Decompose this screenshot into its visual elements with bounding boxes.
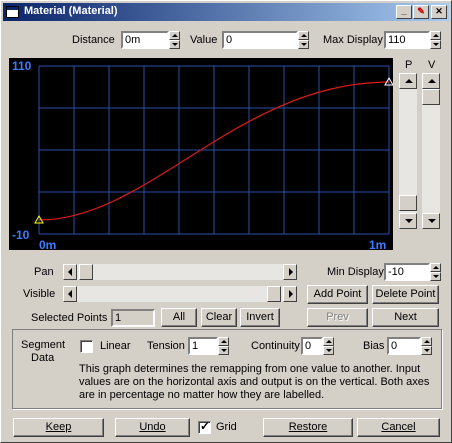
bias-spinner[interactable] [421, 337, 432, 355]
visible-label: Visible [23, 288, 56, 300]
keep-button[interactable]: Keep [13, 418, 104, 437]
segment-title-line2: Data [31, 352, 55, 364]
selected-points-field: 1 [111, 309, 155, 327]
p-scroll-down-button[interactable] [399, 213, 417, 229]
min-display-spinner[interactable] [430, 263, 441, 281]
visible-scrollbar[interactable] [63, 286, 297, 302]
add-point-button[interactable]: Add Point [307, 285, 368, 304]
graph-grid [38, 65, 390, 235]
window-title: Material (Material) [24, 5, 118, 17]
pin-button[interactable]: ✎ [413, 5, 429, 19]
distance-spinner[interactable] [169, 31, 180, 49]
y-min-label: -10 [12, 228, 30, 242]
v-label: V [428, 59, 436, 71]
max-display-spinner[interactable] [430, 31, 441, 49]
y-max-label: 110 [12, 59, 32, 73]
grid-label: Grid [216, 421, 237, 433]
pan-left-button[interactable] [63, 264, 77, 280]
continuity-field[interactable]: 0 [301, 337, 323, 355]
prev-button[interactable]: Prev [307, 308, 368, 327]
visible-left-button[interactable] [63, 286, 77, 302]
pan-thumb[interactable] [79, 264, 93, 280]
restore-label: Restore [288, 421, 328, 433]
p-scroll-thumb[interactable] [399, 195, 417, 211]
p-scrollbar[interactable] [399, 73, 417, 229]
tension-spinner[interactable] [218, 337, 229, 355]
pan-right-button[interactable] [283, 264, 297, 280]
min-display-label: Min Display [327, 266, 384, 278]
tension-field[interactable]: 1 [188, 337, 218, 355]
continuity-label: Continuity [251, 340, 300, 352]
delete-point-button[interactable]: Delete Point [372, 285, 439, 304]
cancel-button[interactable]: Cancel [357, 418, 440, 437]
distance-field[interactable]: 0m [121, 31, 169, 49]
pin-icon: ✎ [417, 6, 425, 16]
remap-graph[interactable]: 110 -10 0m 1m [9, 58, 394, 252]
tension-label: Tension [147, 340, 185, 352]
v-scrollbar[interactable] [422, 73, 440, 229]
minimize-button[interactable]: _ [396, 5, 412, 19]
next-button[interactable]: Next [372, 308, 439, 327]
pan-label: Pan [34, 266, 54, 278]
bias-field[interactable]: 0 [387, 337, 421, 355]
selected-points-label: Selected Points [31, 312, 108, 324]
v-scroll-down-button[interactable] [422, 213, 440, 229]
graph-canvas[interactable] [9, 58, 394, 250]
title-bar[interactable]: Material (Material) _ ✎ ✕ [3, 3, 449, 21]
bias-label: Bias [363, 340, 385, 352]
undo-button[interactable]: Undo [115, 418, 190, 437]
x-min-label: 0m [39, 238, 57, 252]
max-display-field[interactable]: 110 [384, 31, 430, 49]
v-scroll-thumb[interactable] [422, 89, 440, 105]
pan-scrollbar[interactable] [63, 264, 297, 280]
window-icon [6, 6, 19, 18]
invert-selection-button[interactable]: Invert [240, 308, 280, 327]
undo-label: Undo [139, 421, 166, 433]
help-text-line3: are in percentage no matter how they are… [79, 389, 325, 401]
distance-label: Distance [72, 34, 115, 46]
help-text-line2: values are on the horizontal axis and ou… [79, 376, 430, 388]
linear-label: Linear [100, 340, 131, 352]
min-display-field[interactable]: -10 [384, 263, 430, 281]
max-display-label: Max Display [323, 34, 383, 46]
continuity-spinner[interactable] [323, 337, 334, 355]
x-max-label: 1m [369, 238, 387, 252]
keep-label: Keep [45, 421, 72, 433]
p-label: P [405, 59, 413, 71]
value-spinner[interactable] [298, 31, 309, 49]
cancel-label: Cancel [381, 421, 416, 433]
material-dialog: Material (Material) _ ✎ ✕ Distance 0m Va… [0, 0, 452, 443]
restore-button[interactable]: Restore [263, 418, 353, 437]
visible-thumb[interactable] [267, 286, 281, 302]
segment-title-line1: Segment [21, 339, 66, 351]
help-text-line1: This graph determines the remapping from… [79, 363, 421, 375]
v-scroll-up-button[interactable] [422, 73, 440, 89]
value-field[interactable]: 0 [222, 31, 298, 49]
visible-right-button[interactable] [283, 286, 297, 302]
clear-selection-button[interactable]: Clear [201, 308, 237, 327]
linear-checkbox[interactable] [80, 340, 93, 353]
close-button[interactable]: ✕ [431, 5, 447, 19]
p-scroll-up-button[interactable] [399, 73, 417, 89]
select-all-button[interactable]: All [161, 308, 197, 327]
value-label: Value [190, 34, 218, 46]
grid-checkbox[interactable] [198, 419, 211, 434]
